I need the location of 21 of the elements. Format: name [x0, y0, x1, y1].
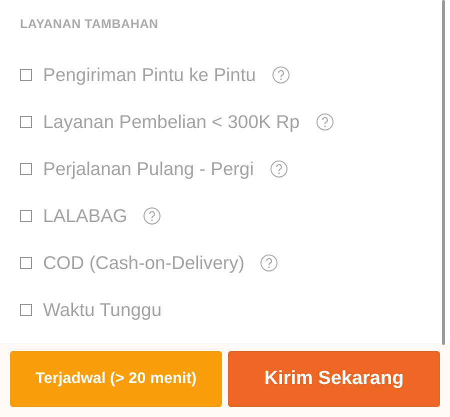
service-label: COD (Cash-on-Delivery)	[43, 252, 244, 274]
service-label: Waktu Tunggu	[43, 298, 162, 320]
section-title: LAYANAN TAMBAHAN	[20, 17, 160, 31]
service-label: Layanan Pembelian < 300K Rp	[43, 110, 300, 132]
service-label: Perjalanan Pulang - Pergi	[43, 158, 254, 180]
send-now-button[interactable]: Kirim Sekarang	[228, 351, 440, 407]
checkbox[interactable]	[20, 162, 32, 174]
checkbox[interactable]	[20, 68, 32, 80]
checkbox[interactable]	[20, 304, 32, 316]
scrollbar[interactable]	[442, 0, 445, 345]
service-label: Pengiriman Pintu ke Pintu	[43, 64, 256, 86]
help-icon[interactable]	[272, 66, 290, 84]
checkbox[interactable]	[20, 116, 32, 128]
help-icon[interactable]	[270, 160, 288, 178]
schedule-button[interactable]: Terjadwal (> 20 menit)	[10, 351, 222, 407]
service-label: LALABAG	[43, 204, 128, 226]
help-icon[interactable]	[143, 206, 162, 224]
checkbox[interactable]	[20, 256, 32, 268]
help-icon[interactable]	[260, 254, 278, 272]
help-icon[interactable]	[316, 112, 334, 130]
checkbox[interactable]	[20, 210, 32, 222]
